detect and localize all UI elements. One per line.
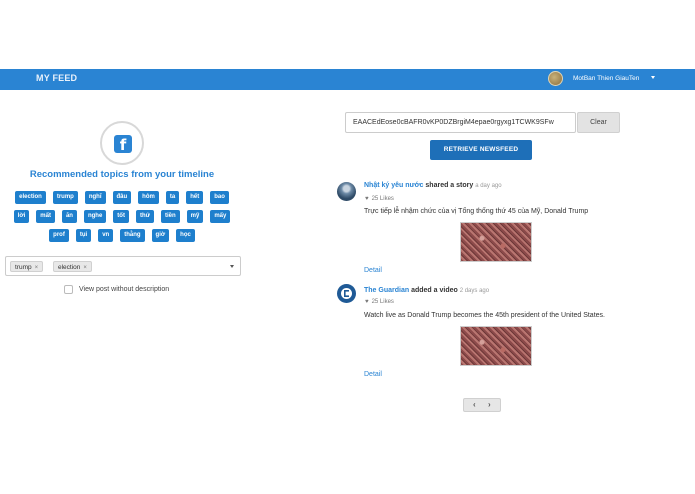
chip-label: election bbox=[58, 264, 81, 271]
topic-tag-button[interactable]: mỹ bbox=[186, 210, 204, 223]
topic-tag-button[interactable]: vn bbox=[98, 229, 114, 242]
recommended-topics-title: Recommended topics from your timeline bbox=[29, 169, 215, 180]
topic-tag-button[interactable]: hôm bbox=[138, 191, 159, 204]
post-time: 2 days ago bbox=[459, 288, 490, 294]
post-detail-link[interactable]: Detail bbox=[364, 371, 382, 378]
topic-select[interactable]: trump × election × bbox=[5, 256, 241, 276]
post-author[interactable]: The Guardian bbox=[364, 287, 409, 294]
topic-tag-button[interactable]: election bbox=[15, 191, 46, 204]
tag-row: prof tụi vn thằng giờ học bbox=[0, 229, 244, 242]
clear-button[interactable]: Clear bbox=[577, 112, 620, 133]
topic-tag-button[interactable]: thứ bbox=[135, 210, 154, 223]
remove-icon[interactable]: × bbox=[83, 265, 87, 271]
topic-tag-button[interactable]: lời bbox=[13, 210, 30, 223]
topic-tag-button[interactable]: nghĩ bbox=[84, 191, 106, 204]
topic-tag-button[interactable]: thằng bbox=[120, 229, 145, 242]
topic-tag-button[interactable]: đâu bbox=[112, 191, 132, 204]
brand-title[interactable]: MY FEED bbox=[36, 73, 77, 83]
post-author[interactable]: Nhật ký yêu nước bbox=[364, 182, 423, 189]
post-author-avatar[interactable] bbox=[337, 284, 356, 303]
topic-tag-button[interactable]: prof bbox=[49, 229, 69, 242]
heart-icon: ♥ bbox=[365, 196, 369, 202]
post-action: added a video bbox=[411, 287, 458, 294]
selected-topic-chip: trump × bbox=[10, 261, 44, 272]
post-time: a day ago bbox=[475, 183, 502, 189]
post-text: Trực tiếp lễ nhậm chức của vị Tổng thống… bbox=[364, 208, 589, 215]
topic-tag-button[interactable]: hết bbox=[186, 191, 204, 204]
likes-count: 25 Likes bbox=[371, 196, 394, 202]
chevron-left-icon[interactable]: ‹ bbox=[473, 400, 476, 409]
facebook-logo-circle: f bbox=[100, 121, 144, 165]
selected-topic-chip: election × bbox=[53, 261, 92, 272]
topic-tag-button[interactable]: mất bbox=[36, 210, 55, 223]
topic-tag-button[interactable]: trump bbox=[52, 191, 78, 204]
facebook-icon: f bbox=[114, 135, 132, 154]
chevron-down-icon[interactable] bbox=[651, 76, 655, 79]
pagination: ‹ › bbox=[463, 398, 501, 412]
retrieve-newsfeed-button[interactable]: RETRIEVE NEWSFEED bbox=[430, 140, 532, 160]
tag-row: election trump nghĩ đâu hôm ta hết bao bbox=[0, 191, 244, 204]
top-navbar: MY FEED MotBan Thien GiauTen bbox=[0, 69, 695, 90]
tag-row: lời mất ăn nghe tốt thứ tiền mỹ mấy bbox=[0, 210, 244, 223]
guardian-logo-icon bbox=[341, 288, 352, 299]
post-author-avatar[interactable] bbox=[337, 182, 356, 201]
topic-tag-button[interactable]: ăn bbox=[61, 210, 77, 223]
view-without-description-checkbox[interactable] bbox=[64, 285, 73, 294]
username-label[interactable]: MotBan Thien GiauTen bbox=[573, 75, 639, 82]
access-token-input[interactable]: EAACEdEose0cBAFR0vKP0DZBrgiM4epae0rgyxg1… bbox=[345, 112, 576, 133]
post-likes: ♥ 25 Likes bbox=[365, 196, 394, 202]
topic-tag-button[interactable]: tiền bbox=[160, 210, 180, 223]
topic-tag-button[interactable]: ta bbox=[165, 191, 180, 204]
remove-icon[interactable]: × bbox=[35, 265, 39, 271]
dropdown-caret-icon[interactable] bbox=[230, 265, 234, 268]
post-likes: ♥ 25 Likes bbox=[365, 299, 394, 305]
post-image[interactable] bbox=[460, 326, 532, 366]
checkbox-label: View post without description bbox=[79, 286, 170, 293]
post-header: The Guardian added a video 2 days ago bbox=[364, 287, 489, 294]
user-avatar[interactable] bbox=[548, 71, 563, 86]
post-action: shared a story bbox=[425, 182, 474, 189]
topic-tag-button[interactable]: giờ bbox=[151, 229, 170, 242]
topic-tag-button[interactable]: tốt bbox=[113, 210, 129, 223]
topic-tag-button[interactable]: nghe bbox=[83, 210, 107, 223]
post-text: Watch live as Donald Trump becomes the 4… bbox=[364, 312, 605, 319]
post-detail-link[interactable]: Detail bbox=[364, 267, 382, 274]
topic-tag-button[interactable]: tụi bbox=[75, 229, 92, 242]
topic-tag-button[interactable]: học bbox=[176, 229, 195, 242]
likes-count: 25 Likes bbox=[371, 299, 394, 305]
heart-icon: ♥ bbox=[365, 299, 369, 305]
post-header: Nhật ký yêu nước shared a story a day ag… bbox=[364, 182, 502, 189]
topic-tag-button[interactable]: mấy bbox=[210, 210, 231, 223]
chip-label: trump bbox=[15, 264, 32, 271]
chevron-right-icon[interactable]: › bbox=[488, 400, 491, 409]
post-image[interactable] bbox=[460, 222, 532, 262]
topic-tag-button[interactable]: bao bbox=[210, 191, 229, 204]
